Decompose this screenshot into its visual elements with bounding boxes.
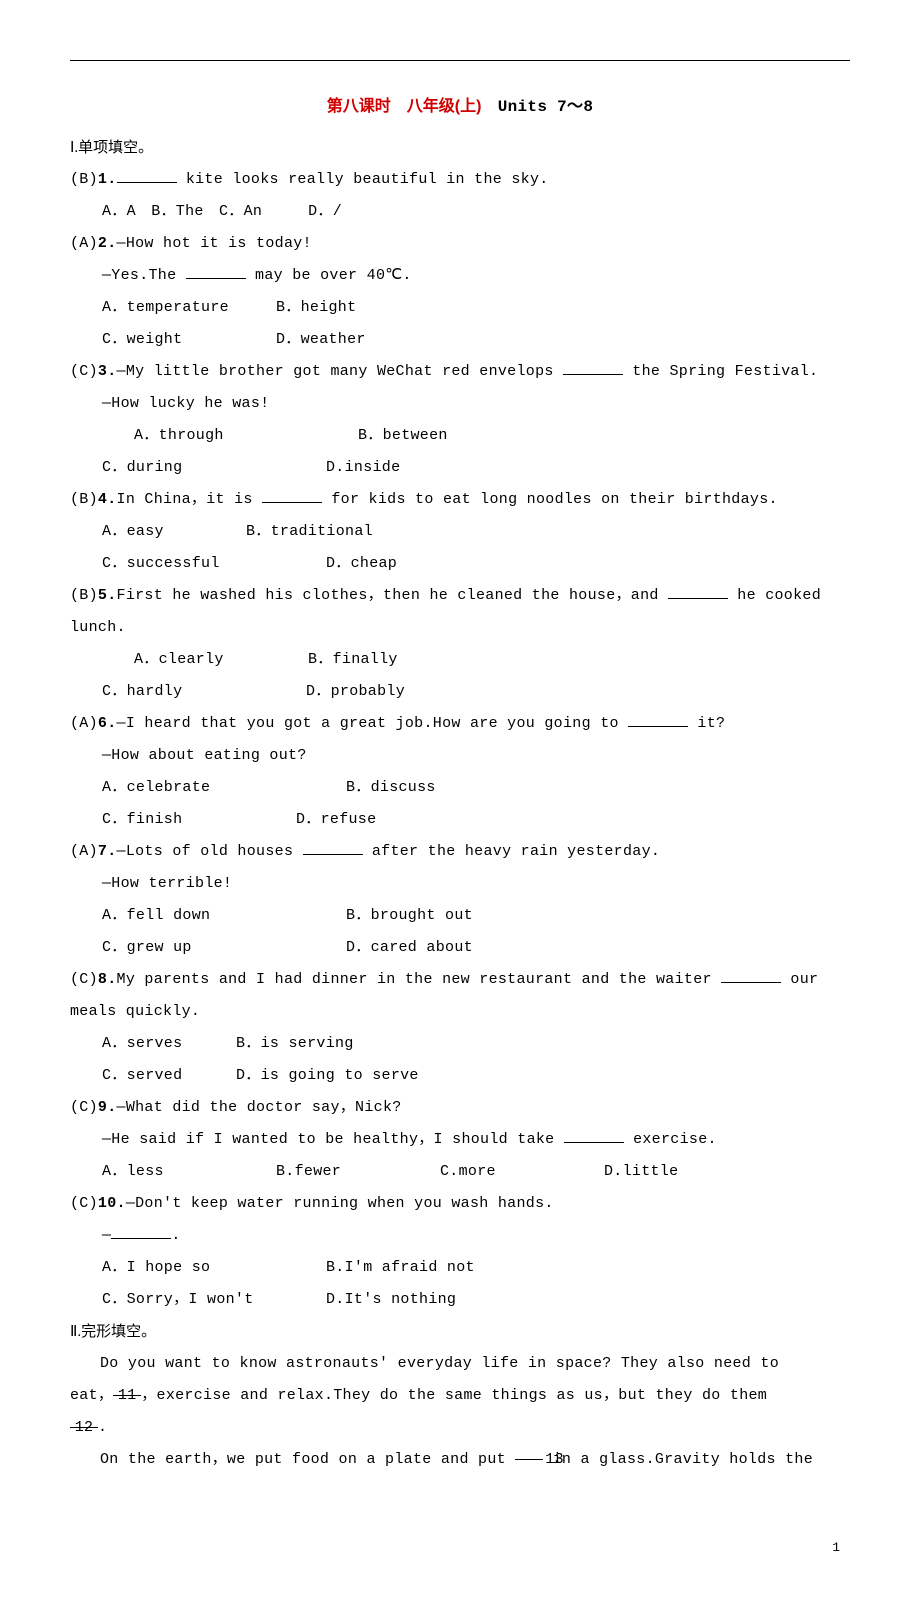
q-number: 7.: [98, 843, 117, 860]
options-row2: C．successfulD．cheap: [70, 549, 850, 579]
q-number: 3.: [98, 363, 117, 380]
answer-key: (B): [70, 491, 98, 508]
options-row1: A．I hope soB.I'm afraid not: [70, 1253, 850, 1283]
q-number: 8.: [98, 971, 117, 988]
blank-11: 11: [113, 1381, 141, 1396]
stem-line2: —.: [70, 1221, 850, 1251]
question-5: (B)5.First he washed his clothes，then he…: [70, 581, 850, 611]
q-number: 4.: [98, 491, 117, 508]
q-number: 1.: [98, 171, 117, 188]
options-row2: C．hardlyD．probably: [70, 677, 850, 707]
answer-key: (C): [70, 1195, 98, 1212]
stem-line2: —How about eating out?: [70, 741, 850, 771]
blank: [628, 713, 688, 728]
question-8: (C)8.My parents and I had dinner in the …: [70, 965, 850, 995]
stem-line2: meals quickly.: [70, 997, 850, 1027]
options-row1: A．throughB．between: [70, 421, 850, 451]
options-row2: C．duringD.inside: [70, 453, 850, 483]
passage-line2: eat，11，exercise and relax.They do the sa…: [70, 1381, 850, 1411]
options-row2: C．weightD．weather: [70, 325, 850, 355]
title-red: 第八课时 八年级(上): [327, 98, 482, 115]
options: A．A B．The C．An D．/: [70, 197, 850, 227]
stem-line2: lunch.: [70, 613, 850, 643]
blank: [303, 841, 363, 856]
answer-key: (A): [70, 235, 98, 252]
options-row2: C．servedD．is going to serve: [70, 1061, 850, 1091]
section-2-heading: Ⅱ.完形填空。: [70, 1317, 850, 1347]
question-9: (C)9.—What did the doctor say，Nick?: [70, 1093, 850, 1123]
answer-key: (A): [70, 843, 98, 860]
stem-line2: —Yes.The may be over 40℃.: [70, 261, 850, 291]
blank: [262, 489, 322, 504]
options-row2: C．grew upD．cared about: [70, 933, 850, 963]
question-7: (A)7.—Lots of old houses after the heavy…: [70, 837, 850, 867]
blank: [564, 1129, 624, 1144]
options-row1: A．servesB．is serving: [70, 1029, 850, 1059]
question-4: (B)4.In China，it is for kids to eat long…: [70, 485, 850, 515]
question-3: (C)3.—My little brother got many WeChat …: [70, 357, 850, 387]
blank: [186, 265, 246, 280]
stem: kite looks really beautiful in the sky.: [177, 171, 549, 188]
options-row1: A．temperatureB．height: [70, 293, 850, 323]
blank-12: 12: [70, 1413, 98, 1428]
passage-line3: 12.: [70, 1413, 850, 1443]
answer-key: (B): [70, 171, 98, 188]
blank: [117, 169, 177, 184]
page-number: 1: [70, 1535, 850, 1561]
options-row2: C．finishD．refuse: [70, 805, 850, 835]
answer-key: (C): [70, 971, 98, 988]
q-number: 2.: [98, 235, 117, 252]
page-title: 第八课时 八年级(上) Units 7～8: [70, 91, 850, 123]
stem-line1: —How hot it is today!: [117, 235, 312, 252]
answer-key: (C): [70, 1099, 98, 1116]
options-row2: C．Sorry，I won'tD.It's nothing: [70, 1285, 850, 1315]
question-2: (A)2.—How hot it is today!: [70, 229, 850, 259]
stem-line2: —How lucky he was!: [70, 389, 850, 419]
passage-line1: Do you want to know astronauts' everyday…: [70, 1349, 850, 1379]
options-row1: A．clearlyB．finally: [70, 645, 850, 675]
q-number: 6.: [98, 715, 117, 732]
options-row1: A．celebrateB．discuss: [70, 773, 850, 803]
q-number: 5.: [98, 587, 117, 604]
question-1: (B)1. kite looks really beautiful in the…: [70, 165, 850, 195]
q-number: 10.: [98, 1195, 126, 1212]
answer-key: (A): [70, 715, 98, 732]
title-black: Units 7～8: [481, 98, 593, 116]
section-1-heading: Ⅰ.单项填空。: [70, 133, 850, 163]
question-6: (A)6.—I heard that you got a great job.H…: [70, 709, 850, 739]
passage-line4: On the earth，we put food on a plate and …: [70, 1445, 850, 1475]
answer-key: (C): [70, 363, 98, 380]
blank: [668, 585, 728, 600]
stem-line2: —How terrible!: [70, 869, 850, 899]
options-row: A．lessB.fewerC.moreD.little: [70, 1157, 850, 1187]
q-number: 9.: [98, 1099, 117, 1116]
question-10: (C)10.—Don't keep water running when you…: [70, 1189, 850, 1219]
blank-13: 13: [515, 1445, 543, 1460]
answer-key: (B): [70, 587, 98, 604]
blank: [721, 969, 781, 984]
options-row1: A．easyB．traditional: [70, 517, 850, 547]
blank: [563, 361, 623, 376]
options-row1: A．fell downB．brought out: [70, 901, 850, 931]
horizontal-rule: [70, 60, 850, 61]
stem-line2: —He said if I wanted to be healthy，I sho…: [70, 1125, 850, 1155]
blank: [111, 1225, 171, 1240]
